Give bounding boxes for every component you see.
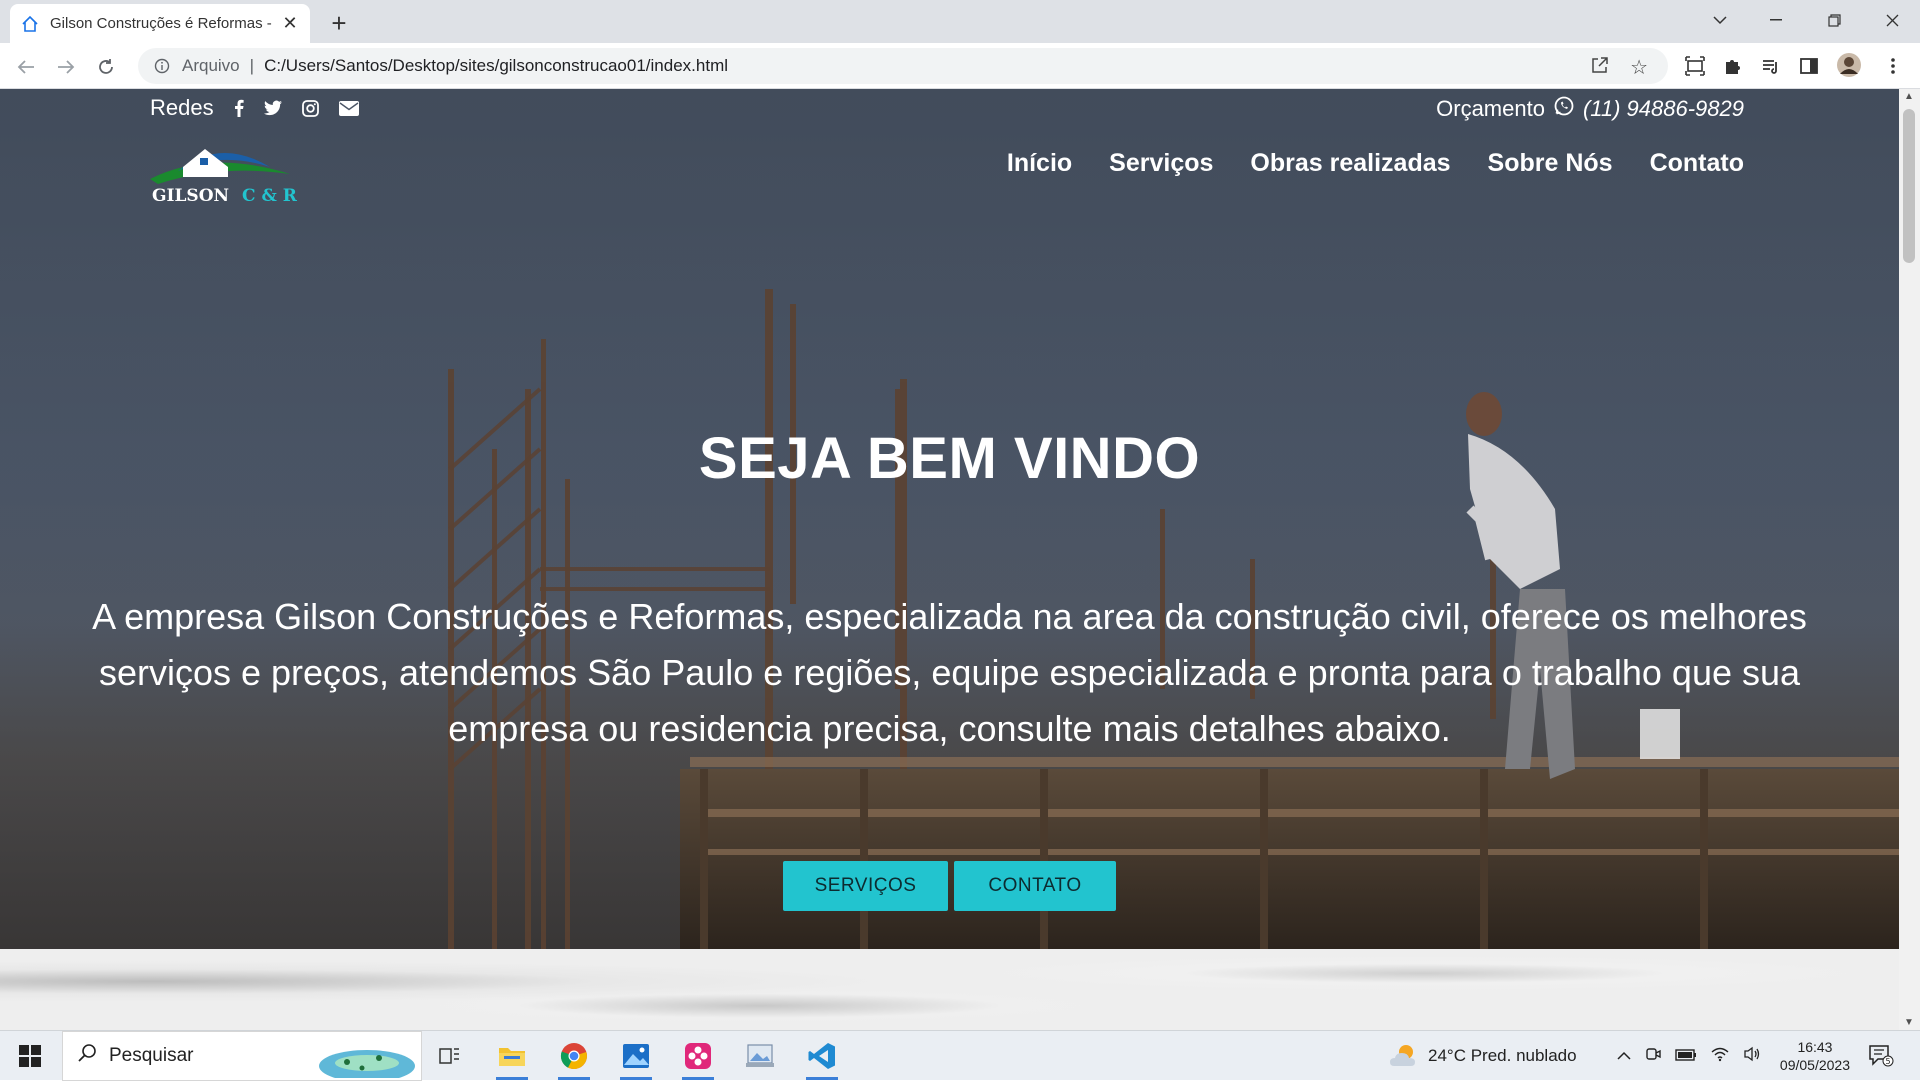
orcamento-label: Orçamento (1436, 96, 1545, 121)
tab-search-chevron-icon[interactable] (1692, 0, 1748, 40)
web-page: Redes Orçamento (11) 94886-9829 GILSON C… (0, 89, 1899, 1030)
side-panel-icon[interactable] (1796, 53, 1822, 79)
url-text[interactable]: C:/Users/Santos/Desktop/sites/gilsoncons… (264, 56, 728, 76)
weather-widget[interactable]: 24°C Pred. nublado (1388, 1031, 1577, 1081)
info-icon[interactable] (152, 56, 172, 76)
bookmark-star-icon[interactable]: ☆ (1630, 55, 1648, 80)
clock-time: 16:43 (1797, 1039, 1833, 1055)
nav-inicio[interactable]: Início (1007, 149, 1072, 178)
chrome-icon[interactable] (552, 1036, 596, 1080)
company-logo[interactable]: GILSON C & R (150, 139, 300, 209)
nav-servicos[interactable]: Serviços (1109, 149, 1213, 178)
hero-buttons: SERVIÇOS CONTATO (0, 861, 1899, 911)
social-links: Redes (150, 95, 359, 121)
address-bar[interactable]: Arquivo | C:/Users/Santos/Desktop/sites/… (138, 48, 1668, 84)
vscode-icon[interactable] (800, 1036, 844, 1080)
redes-label: Redes (150, 95, 214, 120)
minimize-button[interactable] (1748, 0, 1804, 40)
main-navigation: Início Serviços Obras realizadas Sobre N… (1007, 149, 1744, 178)
services-button[interactable]: SERVIÇOS (783, 861, 948, 911)
media-queue-icon[interactable] (1758, 53, 1784, 79)
page-scrollbar[interactable]: ▲ ▼ (1899, 89, 1920, 1030)
volume-icon[interactable] (1743, 1046, 1761, 1067)
windows-start-icon[interactable] (10, 1041, 50, 1071)
new-tab-button[interactable]: + (325, 8, 353, 39)
search-icon (77, 1043, 97, 1069)
nav-sobre-nos[interactable]: Sobre Nós (1488, 149, 1613, 178)
search-placeholder: Pesquisar (109, 1045, 194, 1066)
windows-taskbar: Pesquisar 24°C Pred. nublado 16:43 09/05… (0, 1030, 1920, 1081)
browser-toolbar: Arquivo | C:/Users/Santos/Desktop/sites/… (0, 43, 1920, 89)
envelope-icon[interactable] (338, 100, 359, 116)
phone-number[interactable]: (11) 94886-9829 (1583, 96, 1744, 122)
forward-arrow-icon[interactable] (52, 53, 80, 81)
facebook-icon[interactable] (234, 99, 244, 117)
close-tab-icon[interactable]: ✕ (280, 13, 300, 34)
logo-text-gilson: GILSON (152, 186, 229, 206)
system-tray (1617, 1031, 1761, 1081)
browser-tab[interactable]: Gilson Construções é Reformas - ✕ (10, 4, 310, 43)
show-hidden-icons-chevron-icon[interactable] (1617, 1046, 1631, 1066)
instagram-icon[interactable] (301, 99, 319, 117)
share-icon[interactable] (1590, 55, 1610, 80)
nav-contato[interactable]: Contato (1650, 149, 1744, 178)
file-explorer-icon[interactable] (490, 1036, 534, 1080)
twitter-icon[interactable] (263, 100, 282, 116)
marble-texture-section (0, 949, 1899, 1030)
top-info-bar: Redes Orçamento (11) 94886-9829 (0, 95, 1899, 123)
whatsapp-icon[interactable] (1553, 95, 1575, 123)
system-clock[interactable]: 16:43 09/05/2023 (1780, 1038, 1850, 1074)
scroll-up-arrow-icon[interactable]: ▲ (1904, 91, 1914, 102)
nav-obras-realizadas[interactable]: Obras realizadas (1250, 149, 1450, 178)
scroll-down-arrow-icon[interactable]: ▼ (1904, 1017, 1914, 1028)
scrollbar-thumb[interactable] (1903, 109, 1915, 263)
taskbar-search-box[interactable]: Pesquisar (62, 1031, 422, 1081)
battery-icon[interactable] (1675, 1046, 1697, 1066)
notification-count: 5 (1885, 1057, 1890, 1066)
task-view-icon[interactable] (428, 1036, 472, 1076)
close-window-button[interactable] (1864, 0, 1920, 40)
url-scheme: Arquivo (182, 56, 240, 75)
notification-center-icon[interactable]: 5 (1868, 1031, 1894, 1081)
flower-app-icon[interactable] (676, 1036, 720, 1080)
profile-avatar[interactable] (1836, 52, 1862, 78)
budget-contact: Orçamento (11) 94886-9829 (1436, 95, 1744, 123)
restore-button[interactable] (1806, 0, 1862, 40)
reload-icon[interactable] (92, 53, 120, 81)
logo-text-cr: C & R (242, 186, 298, 206)
tab-title: Gilson Construções é Reformas - (50, 15, 272, 32)
image-viewer-icon[interactable] (738, 1036, 782, 1076)
construction-scaffolding-photo (448, 289, 1899, 949)
search-highlight-image (319, 1050, 415, 1078)
chrome-menu-icon[interactable] (1880, 53, 1906, 79)
contact-button[interactable]: CONTATO (954, 861, 1116, 911)
extensions-puzzle-icon[interactable] (1720, 53, 1746, 79)
wifi-icon[interactable] (1711, 1046, 1729, 1067)
photos-icon[interactable] (614, 1036, 658, 1080)
hero-section: Redes Orçamento (11) 94886-9829 GILSON C… (0, 89, 1899, 949)
clock-date: 09/05/2023 (1779, 1057, 1850, 1073)
hero-description: A empresa Gilson Construções e Reformas,… (92, 596, 1807, 749)
meet-icon[interactable] (1645, 1046, 1661, 1067)
url-separator: | (249, 56, 255, 75)
home-icon (20, 14, 40, 34)
back-arrow-icon[interactable] (12, 53, 40, 81)
screenshot-icon[interactable] (1682, 53, 1708, 79)
hero-title: SEJA BEM VINDO (698, 426, 1201, 491)
partly-cloudy-icon (1390, 1045, 1415, 1066)
browser-tab-strip: Gilson Construções é Reformas - ✕ + (0, 0, 1920, 43)
weather-text: 24°C Pred. nublado (1428, 1046, 1577, 1065)
